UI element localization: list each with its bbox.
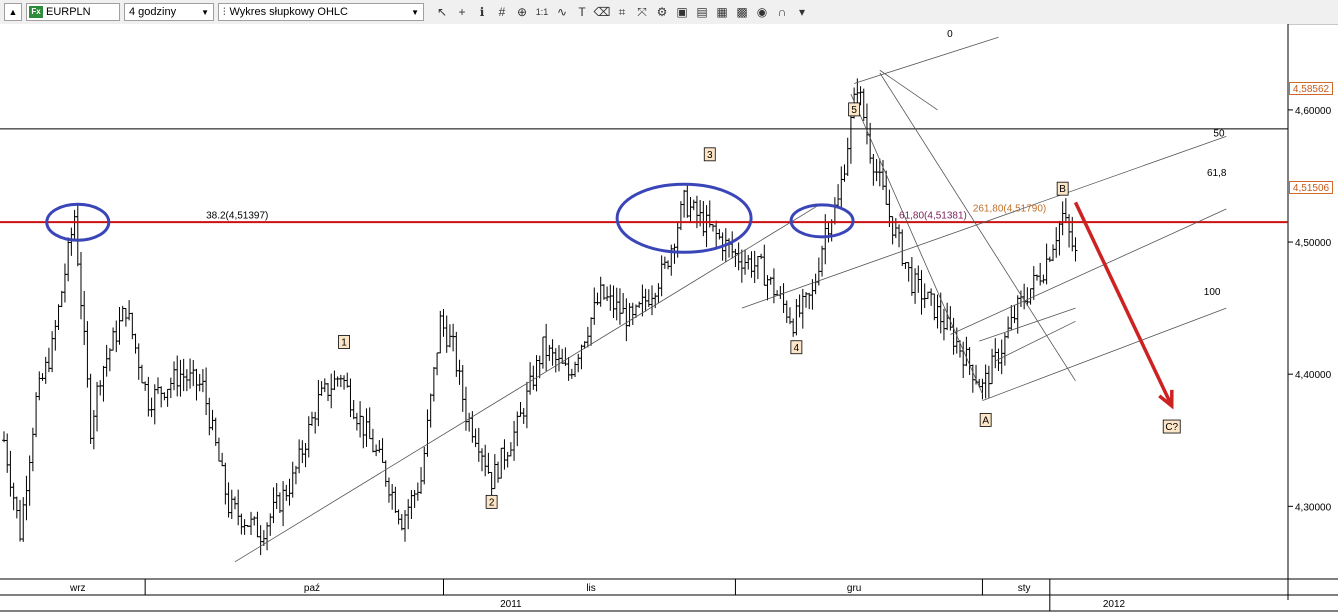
month-label: lis bbox=[586, 583, 595, 594]
fib-annotation: 38.2(4,51397) bbox=[206, 210, 268, 221]
fib-level-label: 0 bbox=[947, 29, 953, 40]
price-box-upper: 4,58562 bbox=[1289, 82, 1333, 95]
plot-area bbox=[0, 24, 1288, 579]
price-tick-label: 4,40000 bbox=[1295, 370, 1332, 381]
year-label: 2012 bbox=[1103, 599, 1126, 610]
wave-label: 2 bbox=[489, 497, 495, 508]
fib-annotation: 261,80(4,51790) bbox=[973, 204, 1046, 215]
month-label: paź bbox=[304, 583, 320, 594]
month-label: wrz bbox=[69, 583, 86, 594]
fib-annotation: 61,80(4,51381) bbox=[899, 210, 967, 221]
wave-label: B bbox=[1059, 184, 1066, 195]
month-label: sty bbox=[1018, 583, 1031, 594]
wave-label: C? bbox=[1165, 422, 1178, 433]
year-label: 2011 bbox=[500, 599, 522, 610]
month-label: gru bbox=[847, 583, 861, 594]
wave-label: 1 bbox=[341, 337, 347, 348]
ohlc-chart[interactable]: 4,30000 4,40000 4,50000 4,60000 wrz paź lis gru… bbox=[0, 0, 1338, 612]
fib-level-label: 61,8 bbox=[1207, 168, 1227, 179]
fib-level-label: 100 bbox=[1204, 287, 1221, 298]
wave-label: 4 bbox=[794, 343, 800, 354]
price-tick-label: 4,60000 bbox=[1295, 106, 1332, 117]
wave-label: 5 bbox=[851, 105, 857, 116]
price-box-lower: 4,51506 bbox=[1289, 181, 1333, 194]
wave-label: A bbox=[982, 415, 989, 426]
price-tick-label: 4,50000 bbox=[1295, 238, 1332, 249]
fib-level-label: 50 bbox=[1213, 128, 1225, 139]
price-tick-label: 4,30000 bbox=[1295, 502, 1332, 513]
wave-label: 3 bbox=[707, 150, 713, 161]
